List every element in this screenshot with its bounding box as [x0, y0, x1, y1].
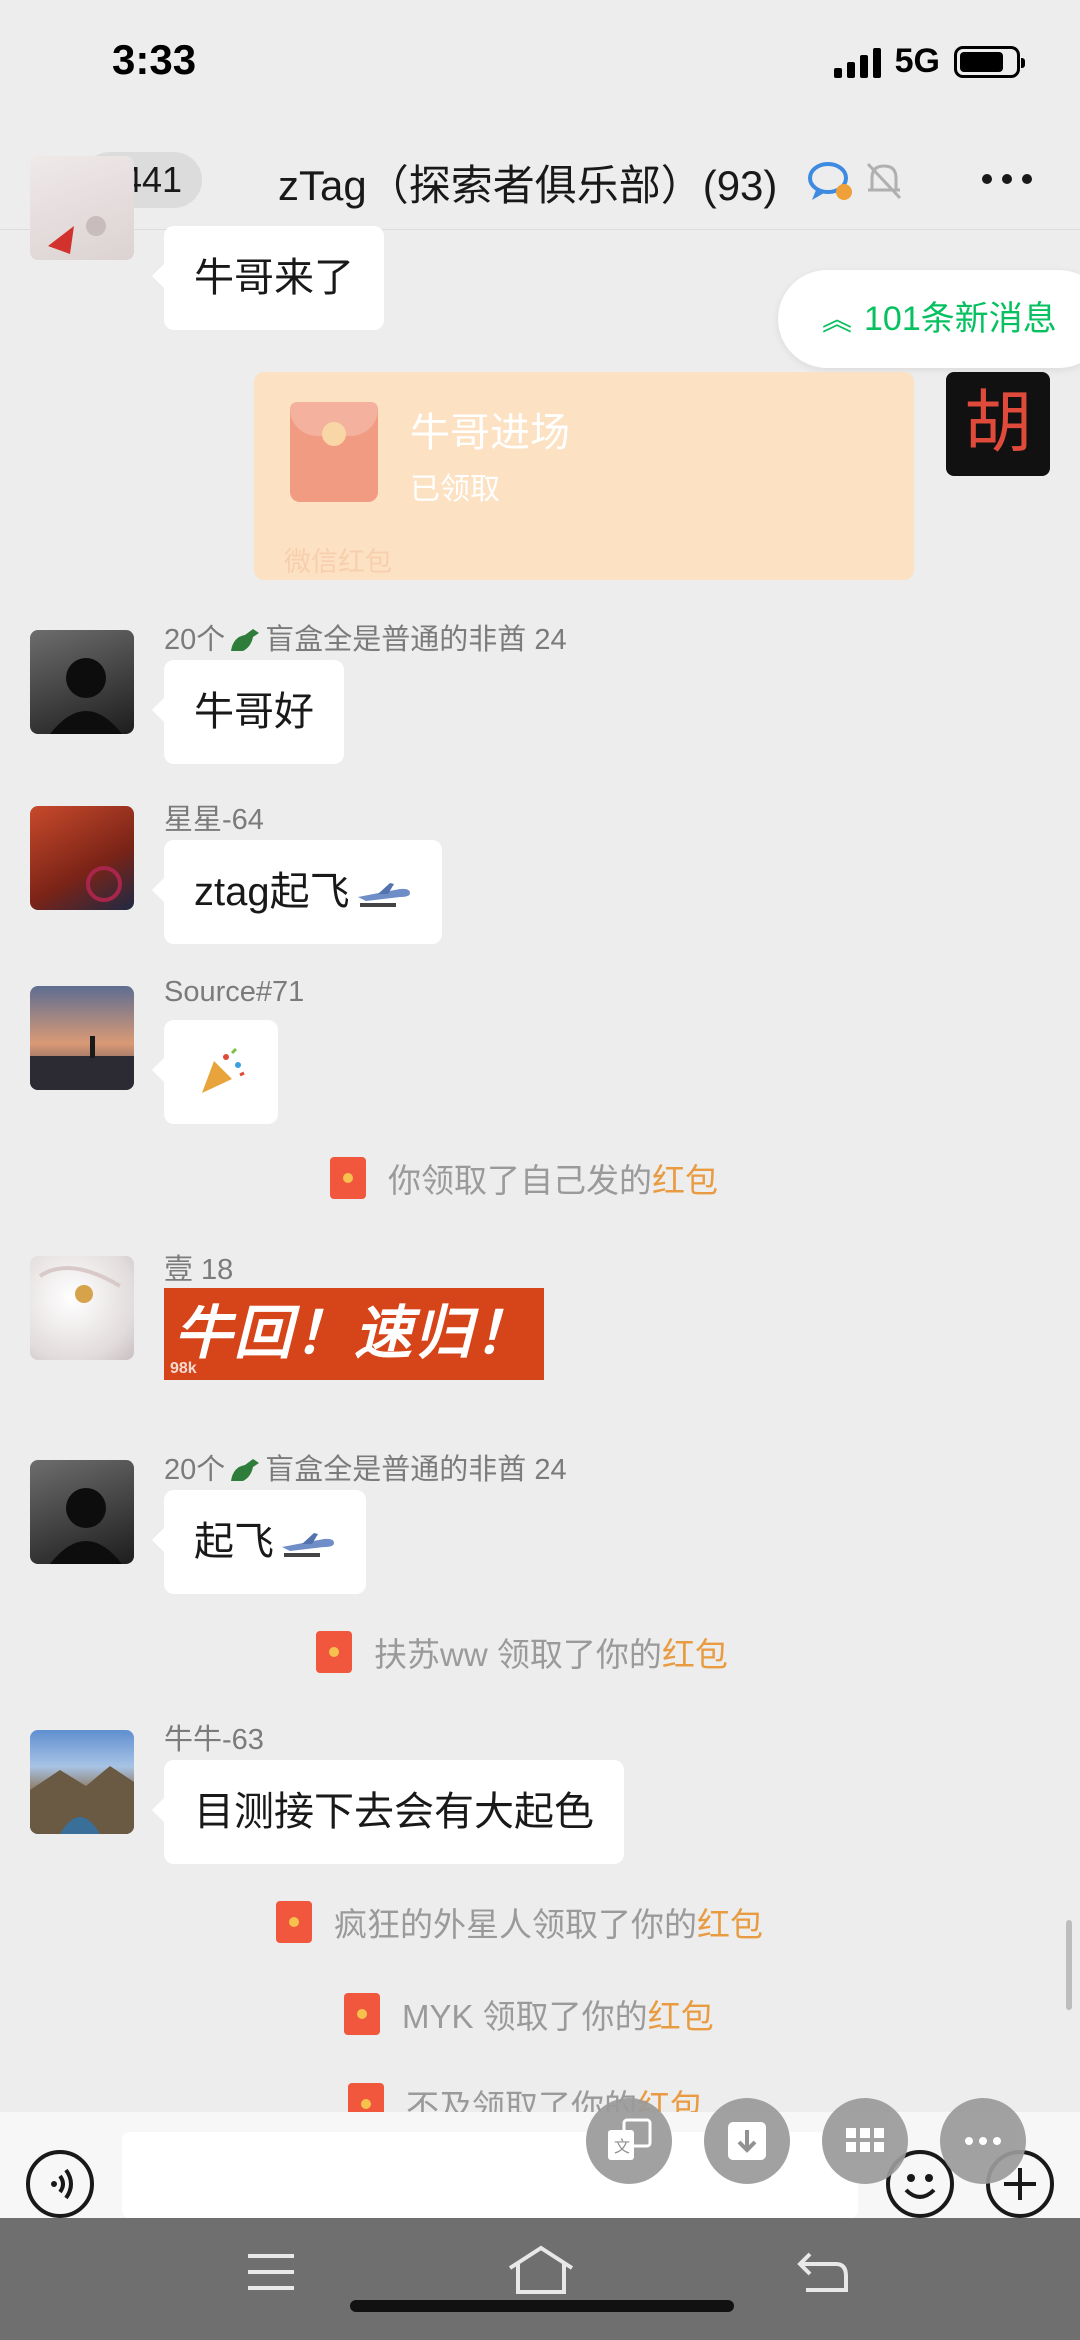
- translate-icon[interactable]: 文: [586, 2098, 672, 2184]
- svg-text:文: 文: [614, 2137, 630, 2156]
- avatar[interactable]: [30, 806, 134, 910]
- mute-bell-icon: [866, 162, 902, 200]
- message-bubble[interactable]: ztag起飞: [152, 840, 442, 944]
- new-messages-label: 101条新消息: [864, 300, 1057, 338]
- system-message: 不及领取了你的红包: [0, 2080, 1080, 2112]
- message-bubble[interactable]: 牛哥好: [152, 660, 344, 764]
- message-bubble[interactable]: 牛哥来了: [152, 226, 384, 330]
- sender-name: 20个 盲盒全是普通的非酋 24: [164, 1454, 567, 1486]
- more-actions-icon[interactable]: [940, 2098, 1026, 2184]
- red-packet-message[interactable]: 牛哥进场 已领取 微信红包: [254, 372, 914, 580]
- home-indicator[interactable]: [350, 2300, 734, 2312]
- airplane-emoji-icon: [282, 1533, 334, 1558]
- sender-name: 20个 盲盒全是普通的非酋 24: [164, 624, 567, 656]
- message-text: 起飞: [194, 1520, 274, 1564]
- red-packet-title: 牛哥进场: [410, 411, 570, 455]
- sticker-watermark: 98k: [170, 1360, 197, 1377]
- red-packet-link[interactable]: 红包: [652, 1162, 718, 1199]
- grid-apps-icon[interactable]: [822, 2098, 908, 2184]
- chat-header: 6441 zTag（探索者俱乐部）(93): [0, 130, 1080, 230]
- avatar[interactable]: [30, 1460, 134, 1564]
- input-bar: [0, 2112, 1080, 2218]
- red-packet-icon: [330, 1157, 366, 1199]
- scrollbar[interactable]: [1066, 1920, 1072, 2010]
- message-bubble[interactable]: 目测接下去会有大起色: [152, 1760, 624, 1864]
- red-packet-footer: 微信红包: [284, 547, 392, 577]
- dinosaur-icon: [231, 1459, 260, 1481]
- download-icon[interactable]: [704, 2098, 790, 2184]
- red-packet-icon: [348, 2083, 384, 2112]
- status-time: 3:33: [112, 36, 197, 83]
- self-avatar[interactable]: 胡: [946, 372, 1050, 476]
- return-icon[interactable]: [796, 2250, 850, 2294]
- double-chevron-up-icon: ︽: [822, 304, 852, 337]
- sender-name: 牛牛-63: [164, 1724, 264, 1756]
- party-popper-emoji-icon: [202, 1047, 245, 1093]
- avatar[interactable]: [30, 630, 134, 734]
- voice-input-icon[interactable]: [26, 2150, 94, 2218]
- red-packet-icon: [276, 1901, 312, 1943]
- dinosaur-icon: [231, 629, 260, 651]
- system-navigation-bar: [0, 2218, 1080, 2340]
- self-avatar-glyph: 胡: [963, 384, 1032, 463]
- menu-icon[interactable]: [246, 2252, 296, 2292]
- message-bubble[interactable]: [152, 1020, 278, 1124]
- red-packet-link[interactable]: 红包: [662, 1636, 728, 1673]
- message-text: ztag起飞: [194, 870, 350, 914]
- avatar[interactable]: [30, 1256, 134, 1360]
- sticker-image[interactable]: 牛回！速归！ 98k: [164, 1288, 544, 1380]
- signal-icon: [833, 46, 881, 78]
- group-chat-icon: [808, 162, 852, 200]
- avatar[interactable]: [30, 986, 134, 1090]
- message-bubble[interactable]: 起飞: [152, 1490, 366, 1594]
- sender-name: 星星-64: [164, 804, 264, 836]
- avatar[interactable]: [30, 156, 134, 260]
- red-packet-icon: [344, 1993, 380, 2035]
- red-packet-icon: [290, 402, 378, 502]
- battery-icon: [954, 45, 1025, 78]
- sticker-text: 牛回！速归！: [173, 1301, 534, 1366]
- status-indicators: 5G: [833, 42, 1025, 81]
- sender-name: Source#71: [164, 976, 305, 1008]
- home-icon[interactable]: [506, 2244, 576, 2296]
- red-packet-link[interactable]: 红包: [697, 1906, 763, 1943]
- new-messages-button[interactable]: ︽ 101条新消息: [778, 270, 1080, 368]
- airplane-emoji-icon: [357, 883, 410, 908]
- more-options-icon[interactable]: [982, 174, 1032, 186]
- avatar[interactable]: [30, 1730, 134, 1834]
- red-packet-status: 已领取: [410, 473, 500, 506]
- red-packet-link[interactable]: 红包: [648, 1998, 714, 2035]
- network-label: 5G: [894, 42, 940, 80]
- red-packet-icon: [316, 1631, 352, 1673]
- sender-name: 壹 18: [164, 1254, 234, 1286]
- status-bar: 3:33 5G: [0, 0, 1080, 130]
- chat-title: zTag（探索者俱乐部）(93): [278, 162, 778, 209]
